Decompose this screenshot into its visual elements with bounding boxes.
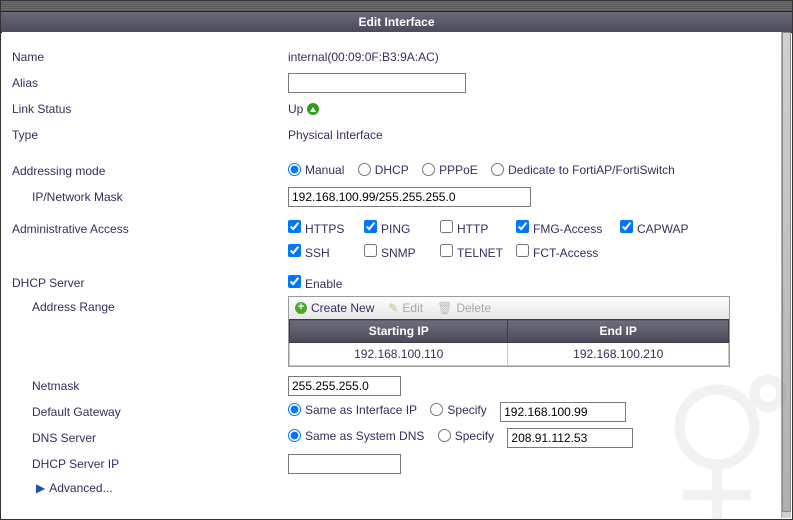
- radio-gw-same[interactable]: Same as Interface IP: [288, 403, 417, 417]
- cell-end-ip: 192.168.100.210: [508, 343, 729, 366]
- label-admin-access: Administrative Access: [12, 220, 288, 236]
- chk-fmg[interactable]: FMG-Access: [516, 220, 602, 236]
- radio-dhcp[interactable]: DHCP: [358, 163, 409, 177]
- scrollbar-thumb[interactable]: [782, 32, 791, 512]
- label-dhcp-server: DHCP Server: [12, 276, 288, 290]
- form-scroll-area[interactable]: Name internal(00:09:0F:B3:9A:AC) Alias L…: [2, 32, 782, 518]
- radio-pppoe[interactable]: PPPoE: [422, 163, 478, 177]
- up-arrow-icon: [307, 103, 319, 115]
- ip-mask-input[interactable]: [288, 187, 531, 207]
- label-address-range: Address Range: [12, 296, 288, 314]
- window-title: Edit Interface: [1, 12, 792, 33]
- cell-start-ip: 192.168.100.110: [290, 343, 508, 366]
- chk-dhcp-enable[interactable]: Enable: [288, 275, 342, 291]
- label-ip-mask: IP/Network Mask: [12, 190, 288, 204]
- delete-button[interactable]: 🗑Delete: [437, 301, 491, 315]
- pencil-icon: ✎: [388, 301, 398, 315]
- chk-http[interactable]: HTTP: [440, 220, 488, 236]
- label-type: Type: [12, 128, 288, 142]
- netmask-input[interactable]: [288, 376, 401, 396]
- address-range-table: Starting IP End IP 192.168.100.110 192.1…: [289, 319, 729, 366]
- col-end-ip: End IP: [508, 320, 729, 343]
- radio-dedicate[interactable]: Dedicate to FortiAP/FortiSwitch: [491, 163, 675, 177]
- dhcp-relay-ip-input[interactable]: [288, 454, 401, 474]
- radio-manual[interactable]: Manual: [288, 163, 344, 177]
- chk-https[interactable]: HTTPS: [288, 220, 344, 236]
- gateway-specify-input[interactable]: [500, 402, 626, 422]
- radio-dns-specify[interactable]: Specify: [438, 429, 494, 443]
- trash-icon: 🗑: [437, 301, 452, 315]
- alias-input[interactable]: [288, 73, 466, 93]
- label-link-status: Link Status: [12, 102, 288, 116]
- dns-specify-input[interactable]: [507, 428, 633, 448]
- radio-dns-same[interactable]: Same as System DNS: [288, 429, 424, 443]
- chk-ping[interactable]: PING: [364, 220, 410, 236]
- addressing-mode-group: Manual DHCP PPPoE Dedicate to FortiAP/Fo…: [288, 163, 685, 180]
- advanced-toggle[interactable]: ▶ Advanced...: [12, 481, 776, 495]
- triangle-right-icon: ▶: [36, 481, 45, 495]
- chk-snmp[interactable]: SNMP: [364, 244, 416, 260]
- value-name: internal(00:09:0F:B3:9A:AC): [288, 50, 439, 64]
- label-default-gateway: Default Gateway: [12, 405, 288, 419]
- radio-gw-specify[interactable]: Specify: [430, 403, 486, 417]
- create-new-button[interactable]: +Create New: [295, 301, 374, 315]
- label-dns-server: DNS Server: [12, 431, 288, 445]
- chk-ssh[interactable]: SSH: [288, 244, 330, 260]
- label-addressing-mode: Addressing mode: [12, 164, 288, 178]
- table-row[interactable]: 192.168.100.110 192.168.100.210: [290, 343, 729, 366]
- chk-capwap[interactable]: CAPWAP: [620, 220, 689, 236]
- scrollbar[interactable]: [781, 32, 791, 518]
- address-range-toolbar: +Create New ✎Edit 🗑Delete Starting IP En…: [288, 296, 730, 367]
- value-type: Physical Interface: [288, 128, 383, 142]
- value-link-status: Up: [288, 102, 303, 116]
- label-dhcp-relay-ip: DHCP Server IP: [12, 457, 288, 471]
- chk-telnet[interactable]: TELNET: [440, 244, 503, 260]
- plus-icon: +: [295, 302, 307, 314]
- window-top-strip: [1, 1, 792, 12]
- label-alias: Alias: [12, 76, 288, 90]
- chk-fct[interactable]: FCT-Access: [516, 244, 598, 260]
- label-netmask: Netmask: [12, 379, 288, 393]
- col-start-ip: Starting IP: [290, 320, 508, 343]
- edit-button[interactable]: ✎Edit: [388, 301, 423, 315]
- label-name: Name: [12, 50, 288, 64]
